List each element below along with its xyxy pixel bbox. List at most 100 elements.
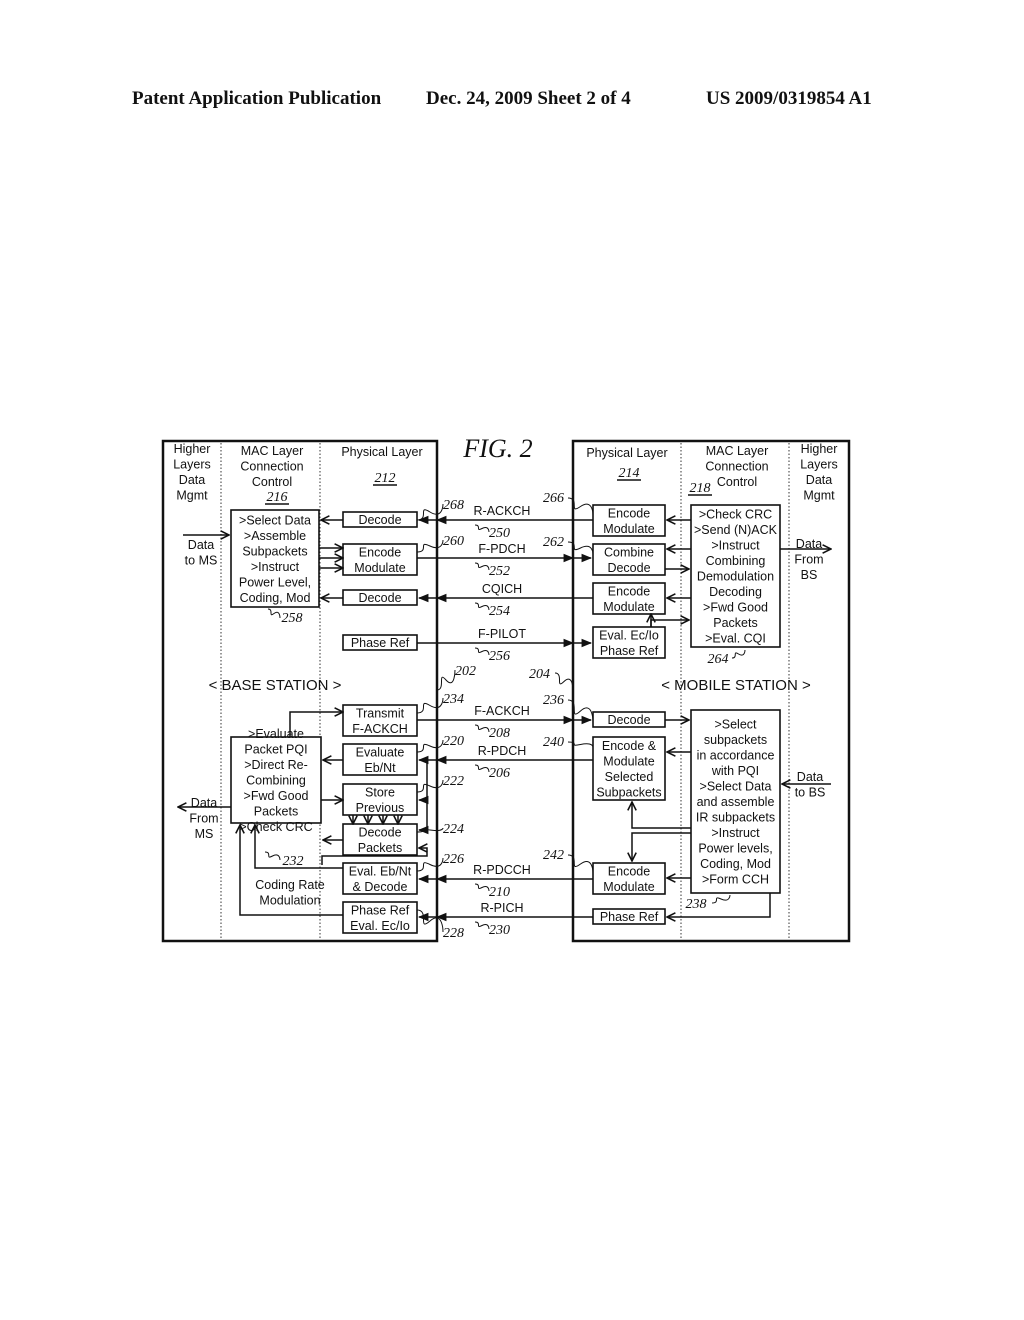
mac-to-phase-ref (667, 893, 771, 917)
ref-268: 268 (443, 498, 464, 513)
ms-phy-box-3-label: Eval. Ec/Io (599, 628, 659, 642)
bs-mac-box-select-data-label: Coding, Mod (240, 591, 311, 605)
bs-mac-box-evaluate-pqi-label: Packets (254, 805, 298, 819)
bs-phy-box-5-label: Eb/Nt (364, 761, 396, 775)
figure-title: FIG. 2 (462, 434, 532, 463)
bs-phy-box-1-label: Modulate (354, 561, 405, 575)
bs-mac-box-select-data-label: >Assemble (244, 529, 306, 543)
ref-208: 208 (489, 726, 510, 741)
leader (416, 739, 444, 753)
ref-210: 210 (489, 885, 510, 900)
ms-physical-layer-header: Physical Layer (586, 446, 667, 460)
ms-mac-box-check-crc-label: >Eval. CQI (705, 632, 766, 646)
eval-to-mac (650, 620, 689, 627)
ms-mac-box-check-crc-label: >Send (N)ACK (694, 523, 778, 537)
ms-phy-box-3-label: Phase Ref (600, 644, 659, 658)
ms-phy-box-0-label: Modulate (603, 522, 654, 536)
ms-mac-box-check-crc-label: >Check CRC (699, 508, 772, 522)
coding-rate-modulation-label: Modulation (259, 894, 320, 908)
bs-higher-layers-header: Layers (173, 458, 211, 472)
mac-to-encode-sel (632, 802, 691, 829)
leader (416, 539, 444, 553)
ms-phy-box-1-label: Combine (604, 545, 654, 559)
bs-phy-box-4-label: F-ACKCH (352, 722, 408, 736)
leader (474, 524, 490, 533)
ms-phy-box-4-label: Decode (607, 713, 650, 727)
channel-label-r-pich: R-PICH (480, 901, 523, 915)
leader (416, 503, 444, 521)
bs-phy-box-9-label: Eval. Ec/Io (350, 919, 410, 933)
bs-mac-box-select-data-label: >Instruct (251, 560, 300, 574)
ms-mac-box-select-subpackets-label: in accordance (697, 749, 775, 763)
ms-phy-box-0-label: Encode (608, 506, 650, 520)
eval-branch (417, 760, 429, 835)
bs-mac-box-select-data-label: >Select Data (239, 513, 311, 527)
ref-224: 224 (443, 822, 464, 837)
mac-to-encode-cch (632, 832, 691, 861)
ms-mac-box-check-crc-label: Decoding (709, 585, 762, 599)
channel-label-cqich: CQICH (482, 582, 522, 596)
ms-phy-box-5-label: Subpackets (596, 785, 661, 799)
ms-phy-box-2-label: Encode (608, 584, 650, 598)
channel-label-r-pdcch: R-PDCCH (473, 863, 531, 877)
ms-mac-box-select-subpackets-label: IR subpackets (696, 811, 775, 825)
channel-label-r-pdch: R-PDCH (478, 744, 527, 758)
data-to-bs-label: to BS (795, 786, 826, 800)
bs-mac-box-evaluate-pqi-label: >Evaluate (248, 727, 304, 741)
ms-mac-box-check-crc-label: >Fwd Good (703, 601, 768, 615)
bs-physical-layer-header: Physical Layer (341, 445, 422, 459)
ref-226: 226 (443, 852, 464, 867)
bs-phy-box-8-label: & Decode (353, 880, 408, 894)
ms-higher-layers-header: Higher (801, 442, 838, 456)
data-from-bs-label: From (794, 553, 823, 567)
bs-phy-box-5-label: Evaluate (356, 745, 405, 759)
bs-mac-box-select-data-label: Power Level, (239, 575, 311, 589)
ref-220: 220 (443, 734, 464, 749)
bs-higher-layers-header: Higher (174, 442, 211, 456)
ref-240: 240 (543, 735, 564, 750)
ref-234: 234 (443, 692, 464, 707)
leader (416, 779, 444, 793)
data-from-ms-label: From (189, 812, 218, 826)
leader (554, 672, 574, 691)
leader (731, 649, 746, 659)
ref-264: 264 (708, 652, 729, 667)
ref-202: 202 (455, 664, 476, 679)
ref-250: 250 (489, 526, 510, 541)
leader (416, 697, 444, 714)
mobile-station-label: < MOBILE STATION > (661, 677, 811, 694)
leader (436, 669, 456, 691)
bs-higher-layers-header: Data (179, 473, 205, 487)
leader (264, 851, 281, 861)
ref-236: 236 (543, 693, 564, 708)
ms-mac-box-check-crc-label: Combining (706, 554, 766, 568)
ms-mac-ref: 218 (690, 481, 711, 496)
channel-label-f-ackch: F-ACKCH (474, 704, 530, 718)
ms-mac-layer-header: Connection (705, 460, 768, 474)
ref-230: 230 (489, 923, 510, 938)
ms-higher-layers-header: Data (806, 473, 832, 487)
bs-mac-box-evaluate-pqi-label: Combining (246, 774, 306, 788)
bs-phy-box-7-label: Decode (358, 825, 401, 839)
coding-rate-modulation-label: Coding Rate (255, 878, 325, 892)
ms-phy-box-6-label: Modulate (603, 880, 654, 894)
leader (474, 883, 490, 892)
bs-mac-box-evaluate-pqi-label: Packet PQI (244, 743, 307, 757)
bs-phy-box-7-label: Packets (358, 841, 402, 855)
ref-238: 238 (686, 897, 707, 912)
ms-mac-layer-header: Control (717, 475, 757, 489)
ms-phy-box-5-label: Modulate (603, 754, 654, 768)
bs-phy-box-9-label: Phase Ref (351, 903, 410, 917)
bs-mac-layer-header: MAC Layer (241, 444, 304, 458)
ms-phy-box-5-label: Encode & (602, 739, 657, 753)
bs-phy-box-3-label: Phase Ref (351, 636, 410, 650)
bs-phy-ref: 212 (375, 471, 396, 486)
ref-260: 260 (443, 534, 464, 549)
ref-262: 262 (543, 535, 564, 550)
bs-phy-box-1-label: Encode (359, 545, 401, 559)
data-to-ms-label: to MS (185, 554, 218, 568)
bs-mac-layer-header: Connection (240, 460, 303, 474)
ref-258: 258 (282, 611, 303, 626)
ms-mac-box-select-subpackets-label: subpackets (704, 733, 767, 747)
bs-mac-box-select-data-label: Subpackets (242, 544, 307, 558)
